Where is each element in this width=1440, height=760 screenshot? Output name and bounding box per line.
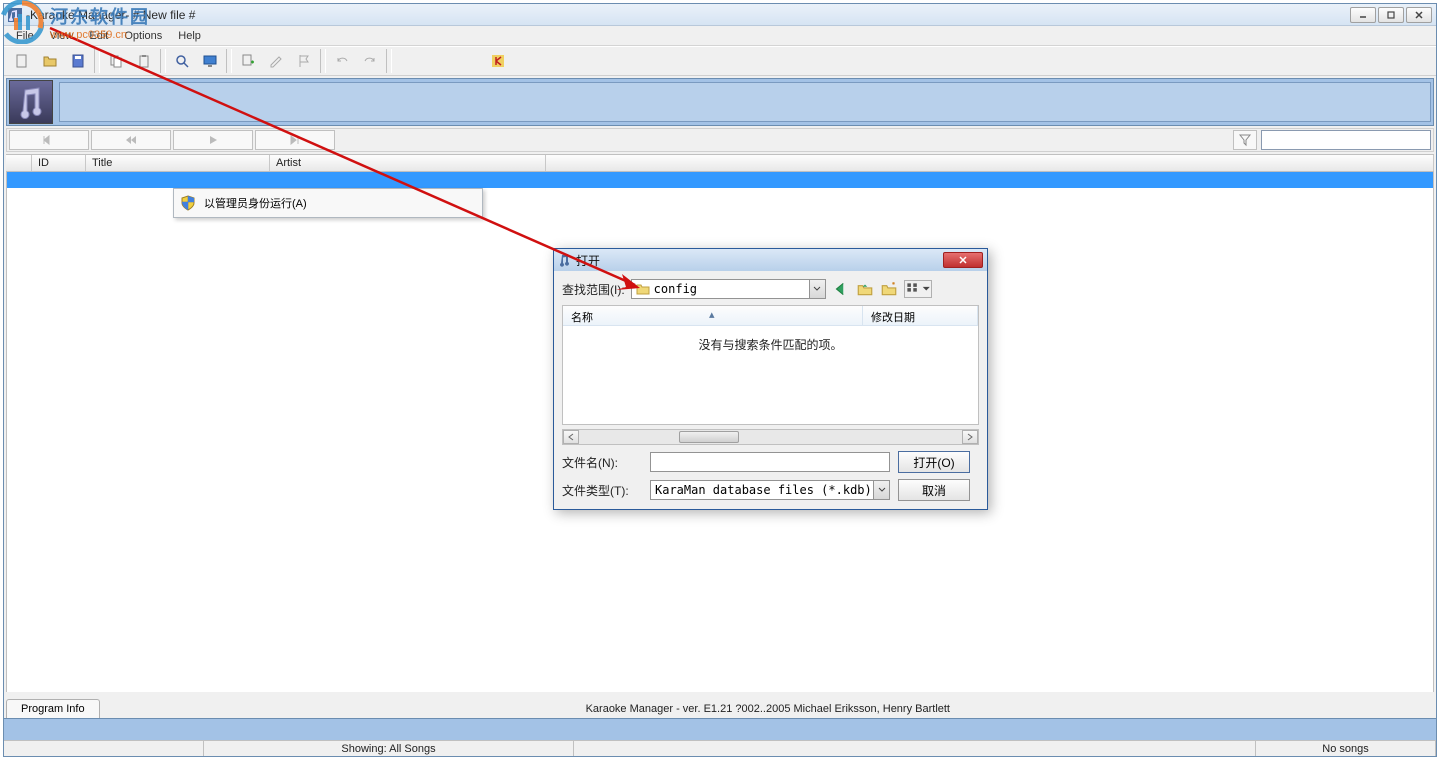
horizontal-scrollbar[interactable]	[562, 429, 979, 445]
music-note-icon	[9, 80, 53, 124]
status-mid	[574, 741, 1256, 756]
menubar: File View Edit Options Help	[4, 26, 1436, 46]
play-button[interactable]	[173, 130, 253, 150]
close-button[interactable]	[1406, 7, 1432, 23]
flag-button[interactable]	[290, 48, 318, 74]
open-confirm-button[interactable]: 打开(O)	[898, 451, 970, 473]
scroll-left-button[interactable]	[563, 430, 579, 444]
next-button[interactable]	[255, 130, 335, 150]
file-list-header: 名称 ▴ 修改日期	[563, 306, 978, 326]
lookin-value: config	[654, 282, 697, 296]
media-track	[59, 82, 1431, 122]
folder-icon	[636, 283, 650, 295]
rewind-button[interactable]	[91, 130, 171, 150]
col-id[interactable]: ID	[32, 155, 86, 171]
scroll-thumb[interactable]	[679, 431, 739, 443]
save-button[interactable]	[64, 48, 92, 74]
context-menu: 以管理员身份运行(A)	[173, 188, 483, 218]
col-title[interactable]: Title	[86, 155, 270, 171]
sort-asc-icon: ▴	[709, 308, 715, 321]
menu-options[interactable]: Options	[116, 28, 170, 44]
file-list[interactable]: 名称 ▴ 修改日期 没有与搜索条件匹配的项。	[562, 305, 979, 425]
filetype-combo[interactable]: KaraMan database files (*.kdb)	[650, 480, 890, 500]
table-row[interactable]	[7, 172, 1433, 188]
titlebar: -Karaoke Manager- # New file #	[4, 4, 1436, 26]
new-button[interactable]	[8, 48, 36, 74]
status-left	[4, 741, 204, 756]
filetype-value: KaraMan database files (*.kdb)	[655, 483, 872, 497]
filter-icon-button[interactable]	[1233, 130, 1257, 150]
dialog-close-button[interactable]	[943, 252, 983, 268]
toolbar	[4, 46, 1436, 76]
up-folder-icon[interactable]	[856, 280, 874, 298]
edit-button[interactable]	[262, 48, 290, 74]
lookin-combo[interactable]: config	[631, 279, 826, 299]
menu-edit[interactable]: Edit	[81, 28, 116, 44]
paste-button[interactable]	[130, 48, 158, 74]
copy-button[interactable]	[102, 48, 130, 74]
menu-file[interactable]: File	[8, 28, 42, 44]
context-menu-label: 以管理员身份运行(A)	[204, 195, 307, 211]
dialog-title: 打开	[576, 252, 943, 269]
app-icon	[8, 8, 22, 22]
window-title: -Karaoke Manager- # New file #	[26, 8, 1350, 22]
minimize-button[interactable]	[1350, 7, 1376, 23]
filename-label: 文件名(N):	[562, 454, 642, 471]
menu-view[interactable]: View	[42, 28, 82, 44]
undo-button[interactable]	[328, 48, 356, 74]
cancel-button[interactable]: 取消	[898, 479, 970, 501]
status-showing: Showing: All Songs	[204, 741, 574, 756]
col-spacer	[546, 155, 1434, 171]
status-count: No songs	[1256, 741, 1436, 756]
context-run-as-admin[interactable]: 以管理员身份运行(A)	[176, 191, 480, 215]
filename-input[interactable]	[650, 452, 890, 472]
col-date[interactable]: 修改日期	[863, 306, 978, 325]
redo-button[interactable]	[356, 48, 384, 74]
back-icon[interactable]	[832, 280, 850, 298]
tab-program-info[interactable]: Program Info	[6, 699, 100, 718]
add-button[interactable]	[234, 48, 262, 74]
statusbar: Showing: All Songs No songs	[4, 740, 1436, 756]
footer-text: Karaoke Manager - ver. E1.21 ?002..2005 …	[100, 703, 1436, 718]
dialog-titlebar: 打开	[554, 249, 987, 271]
col-name[interactable]: 名称 ▴	[563, 306, 863, 325]
transport-bar	[6, 128, 1434, 152]
chevron-down-icon[interactable]	[809, 280, 825, 298]
lookin-label: 查找范围(I):	[562, 281, 625, 298]
tab-bar: Program Info Karaoke Manager - ver. E1.2…	[4, 696, 1436, 718]
search-input[interactable]	[1261, 130, 1431, 150]
exit-button[interactable]	[484, 48, 512, 74]
col-artist[interactable]: Artist	[270, 155, 546, 171]
view-menu-icon[interactable]	[904, 280, 932, 298]
prev-button[interactable]	[9, 130, 89, 150]
filetype-label: 文件类型(T):	[562, 482, 642, 499]
chevron-down-icon[interactable]	[873, 481, 889, 499]
new-folder-icon[interactable]	[880, 280, 898, 298]
open-button[interactable]	[36, 48, 64, 74]
media-area	[6, 78, 1434, 126]
window-controls	[1350, 7, 1432, 23]
shield-icon	[180, 195, 196, 211]
file-list-empty: 没有与搜索条件匹配的项。	[563, 326, 978, 424]
statusbar-blue	[4, 718, 1436, 740]
grid-header: ID Title Artist	[6, 154, 1434, 172]
monitor-button[interactable]	[196, 48, 224, 74]
search-button[interactable]	[168, 48, 196, 74]
menu-help[interactable]: Help	[170, 28, 209, 44]
dialog-app-icon	[558, 253, 572, 267]
maximize-button[interactable]	[1378, 7, 1404, 23]
open-dialog: 打开 查找范围(I): config	[553, 248, 988, 510]
scroll-right-button[interactable]	[962, 430, 978, 444]
dialog-body: 查找范围(I): config 名称 ▴ 修改日期	[554, 271, 987, 509]
col-blank[interactable]	[6, 155, 32, 171]
